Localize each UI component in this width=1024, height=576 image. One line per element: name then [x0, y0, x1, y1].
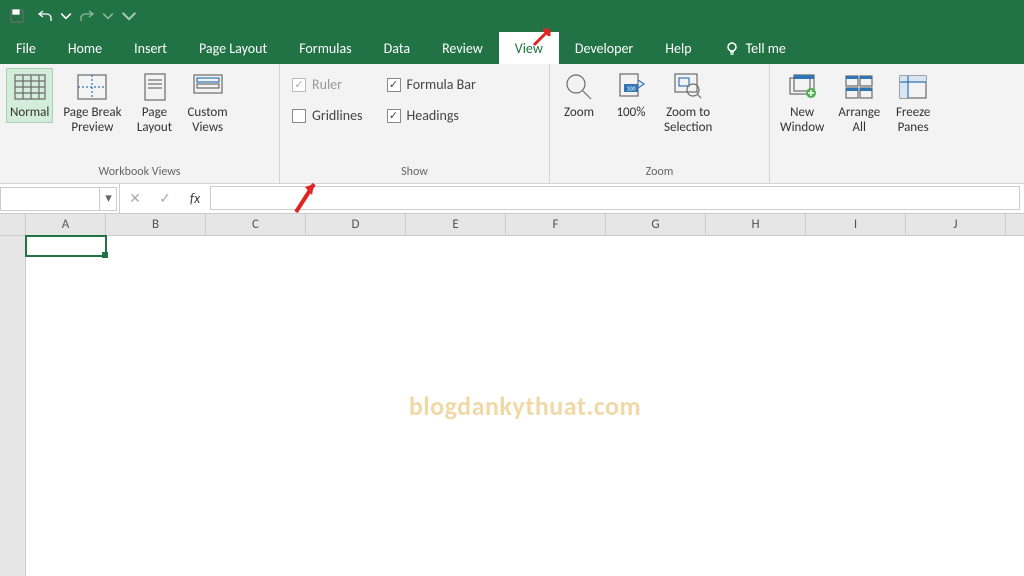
redo-dropdown[interactable] — [102, 3, 114, 29]
active-cell-selection — [25, 235, 107, 257]
zoom-icon — [562, 70, 596, 104]
column-header[interactable]: G — [606, 214, 706, 235]
svg-text:100: 100 — [626, 85, 635, 93]
tab-insert[interactable]: Insert — [118, 32, 183, 64]
watermark-text: blogdankythuat.com — [409, 390, 641, 422]
formula-input[interactable] — [210, 186, 1020, 210]
formula-bar-checkbox[interactable]: Formula Bar — [387, 74, 476, 95]
checkbox-icon[interactable] — [387, 78, 401, 92]
zoom-100-icon: 100 — [614, 70, 648, 104]
tab-home[interactable]: Home — [52, 32, 118, 64]
quickaccess-save[interactable] — [4, 3, 30, 29]
button-label: Normal — [10, 106, 49, 121]
page-break-preview-button[interactable]: Page Break Preview — [59, 68, 125, 138]
new-window-button[interactable]: New Window — [776, 68, 828, 138]
tab-file[interactable]: File — [0, 32, 52, 64]
arrange-all-icon — [842, 70, 876, 104]
tell-me-search[interactable]: Tell me — [708, 32, 802, 64]
column-header[interactable]: E — [406, 214, 506, 235]
cancel-formula-button[interactable]: ✕ — [120, 190, 150, 207]
name-box-dropdown-icon[interactable]: ▾ — [99, 187, 117, 211]
button-label: New Window — [780, 106, 824, 136]
check-label: Ruler — [312, 76, 342, 93]
zoom-to-selection-button[interactable]: Zoom to Selection — [660, 68, 716, 138]
check-label: Gridlines — [312, 107, 363, 124]
button-label: 100% — [616, 106, 645, 121]
annotation-arrow-view-icon — [531, 24, 555, 52]
group-label-window — [776, 163, 1018, 183]
check-icon: ✓ — [159, 190, 171, 207]
row-header-gutter[interactable] — [0, 236, 26, 576]
tab-view[interactable]: View — [499, 32, 559, 64]
tab-formulas[interactable]: Formulas — [283, 32, 367, 64]
page-break-icon — [75, 70, 109, 104]
fx-icon: fx — [190, 190, 200, 207]
qat-customize[interactable] — [116, 3, 142, 29]
tab-page-layout[interactable]: Page Layout — [183, 32, 283, 64]
normal-view-button[interactable]: Normal — [6, 68, 53, 123]
column-header[interactable]: A — [26, 214, 106, 235]
check-label: Formula Bar — [407, 76, 476, 93]
column-header[interactable]: C — [206, 214, 306, 235]
column-header[interactable]: J — [906, 214, 1006, 235]
freeze-panes-icon — [896, 70, 930, 104]
tab-developer[interactable]: Developer — [559, 32, 649, 64]
name-box[interactable]: ▾ — [0, 187, 117, 211]
enter-formula-button[interactable]: ✓ — [150, 190, 180, 207]
group-label-show: Show — [286, 163, 543, 183]
lightbulb-icon — [724, 41, 740, 57]
select-all-corner[interactable] — [0, 214, 26, 235]
redo-button[interactable] — [74, 3, 100, 29]
column-header[interactable]: F — [506, 214, 606, 235]
button-label: Freeze Panes — [896, 106, 930, 136]
normal-view-icon — [13, 70, 47, 104]
page-layout-icon — [138, 70, 172, 104]
insert-function-button[interactable]: fx — [180, 190, 210, 207]
freeze-panes-button[interactable]: Freeze Panes — [890, 68, 936, 138]
tell-me-label: Tell me — [746, 40, 786, 57]
checkbox-icon[interactable] — [292, 109, 306, 123]
ruler-checkbox: Ruler — [292, 74, 363, 95]
new-window-icon — [785, 70, 819, 104]
worksheet-area[interactable]: blogdankythuat.com — [26, 236, 1024, 576]
headings-checkbox[interactable]: Headings — [387, 105, 476, 126]
group-label-workbook-views: Workbook Views — [6, 163, 273, 183]
check-label: Headings — [407, 107, 459, 124]
button-label: Zoom to Selection — [664, 106, 712, 136]
tab-data[interactable]: Data — [368, 32, 426, 64]
column-header[interactable]: B — [106, 214, 206, 235]
zoom-button[interactable]: Zoom — [556, 68, 602, 123]
button-label: Page Layout — [137, 106, 172, 136]
checkbox-icon[interactable] — [387, 109, 401, 123]
zoom-100-button[interactable]: 100 100% — [608, 68, 654, 123]
tab-review[interactable]: Review — [426, 32, 499, 64]
gridlines-checkbox[interactable]: Gridlines — [292, 105, 363, 126]
checkbox-icon — [292, 78, 306, 92]
custom-views-button[interactable]: Custom Views — [184, 68, 232, 138]
x-icon: ✕ — [129, 190, 141, 207]
arrange-all-button[interactable]: Arrange All — [834, 68, 884, 138]
button-label: Arrange All — [838, 106, 880, 136]
annotation-arrow-gridlines-icon — [292, 176, 322, 218]
group-label-zoom: Zoom — [556, 163, 763, 183]
column-header[interactable]: H — [706, 214, 806, 235]
undo-dropdown[interactable] — [60, 3, 72, 29]
button-label: Zoom — [564, 106, 594, 121]
custom-views-icon — [191, 70, 225, 104]
tab-help[interactable]: Help — [649, 32, 707, 64]
undo-button[interactable] — [32, 3, 58, 29]
page-layout-view-button[interactable]: Page Layout — [132, 68, 178, 138]
column-header[interactable]: I — [806, 214, 906, 235]
button-label: Custom Views — [188, 106, 228, 136]
zoom-selection-icon — [671, 70, 705, 104]
button-label: Page Break Preview — [63, 106, 121, 136]
